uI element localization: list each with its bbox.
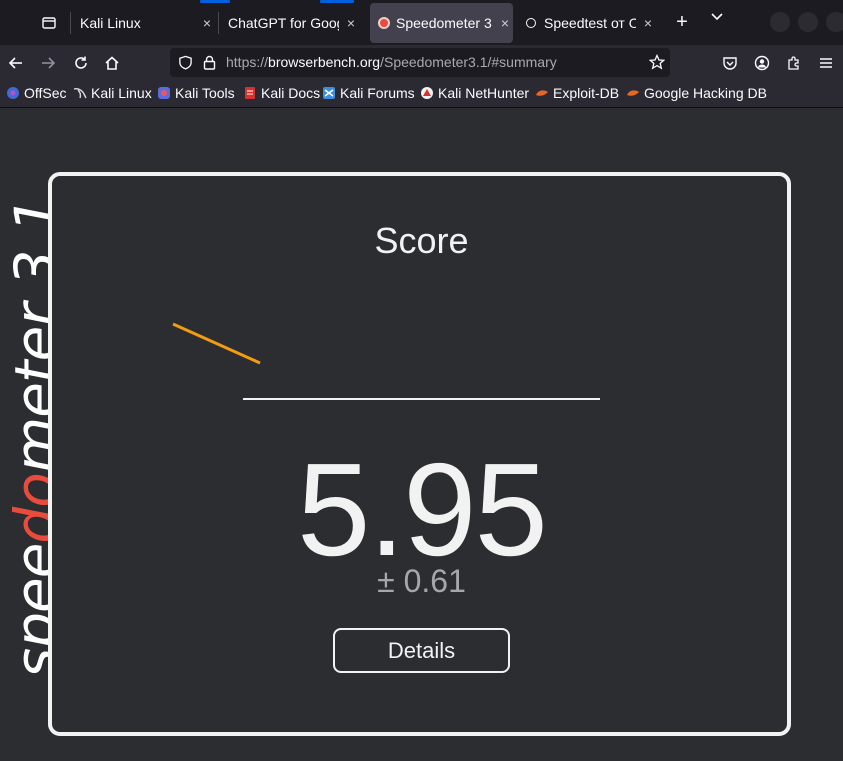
pocket-button[interactable]	[717, 50, 743, 76]
close-icon[interactable]: ×	[343, 15, 359, 31]
kali-forums-icon	[322, 86, 336, 100]
kali-docs-icon	[243, 86, 257, 100]
offsec-icon	[6, 86, 20, 100]
app-menu-button[interactable]	[813, 50, 839, 76]
url-path: /Speedometer3.1/#summary	[380, 54, 557, 70]
bookmark-label: OffSec	[24, 85, 67, 101]
reload-icon	[75, 56, 87, 69]
bookmark-label: Kali Linux	[91, 85, 152, 101]
kali-dragon-icon	[73, 86, 87, 100]
firefox-view-button[interactable]	[30, 5, 68, 41]
hamburger-menu-icon	[820, 58, 832, 68]
reload-button[interactable]	[68, 50, 94, 76]
window-controls	[770, 12, 843, 32]
gauge-baseline	[243, 398, 600, 400]
maximize-button[interactable]	[798, 12, 818, 32]
pocket-icon	[723, 57, 737, 70]
details-button[interactable]: Details	[333, 628, 510, 673]
list-all-tabs-button[interactable]	[706, 10, 728, 34]
tab-speedometer[interactable]: Speedometer 3.1 ×	[370, 3, 513, 43]
close-icon[interactable]: ×	[640, 15, 656, 31]
tab-label: ChatGPT for Google	[228, 15, 339, 31]
arrow-left-icon	[8, 57, 22, 69]
tab-label: Speedometer 3.1	[396, 15, 493, 31]
exploit-db-icon	[535, 86, 549, 100]
score-title: Score	[374, 220, 469, 261]
chevron-down-icon	[711, 13, 723, 21]
ghdb-icon	[626, 86, 640, 100]
bookmark-label: Kali Tools	[175, 85, 235, 101]
bookmark-label: Kali NetHunter	[438, 85, 530, 101]
home-button[interactable]	[99, 50, 125, 76]
tab-kali-linux[interactable]: Kali Linux ×	[80, 3, 215, 43]
bookmark-kali-tools[interactable]: Kali Tools	[157, 85, 235, 101]
tab-label: Speedtest от Ookla	[544, 15, 636, 31]
nethunter-icon	[420, 86, 434, 100]
bookmark-exploit-db[interactable]: Exploit-DB	[535, 85, 619, 101]
lock-icon	[203, 55, 216, 70]
bookmark-kali-docs[interactable]: Kali Docs	[243, 85, 320, 101]
score-margin-of-error: ± 0.61	[377, 563, 466, 599]
bookmark-label: Google Hacking DB	[644, 85, 767, 101]
close-icon[interactable]: ×	[199, 15, 215, 31]
url-domain: browserbench.org	[268, 54, 381, 70]
kali-tools-icon	[157, 86, 171, 100]
tab-chatgpt[interactable]: ChatGPT for Google ×	[228, 3, 359, 43]
back-button[interactable]	[3, 50, 29, 76]
bookmark-label: Kali Forums	[340, 85, 415, 101]
account-icon	[754, 55, 770, 71]
url-bar[interactable]: https://browserbench.org/Speedometer3.1/…	[170, 48, 670, 77]
puzzle-icon	[788, 56, 799, 70]
url-text[interactable]: https://browserbench.org/Speedometer3.1/…	[226, 54, 557, 70]
bookmarks-toolbar: OffSec Kali Linux Kali Tools Kali Docs K…	[0, 80, 843, 108]
bookmark-kali-linux[interactable]: Kali Linux	[73, 85, 152, 101]
gauge-needle	[172, 322, 261, 365]
bookmark-google-hacking-db[interactable]: Google Hacking DB	[626, 85, 767, 101]
bookmark-label: Exploit-DB	[553, 85, 620, 101]
tab-strip: Kali Linux × ChatGPT for Google × Speedo…	[0, 0, 843, 45]
bookmark-label: Kali Docs	[261, 85, 321, 101]
firefox-view-icon	[42, 17, 56, 29]
bookmark-kali-forums[interactable]: Kali Forums	[322, 85, 415, 101]
tracking-shield-icon	[179, 55, 192, 70]
speedometer-favicon-icon	[378, 17, 390, 29]
tab-separator	[70, 12, 71, 34]
account-button[interactable]	[749, 50, 775, 76]
speedtest-favicon-icon	[526, 18, 536, 28]
bookmark-kali-nethunter[interactable]: Kali NetHunter	[420, 85, 529, 101]
url-scheme: https://	[226, 54, 269, 70]
navigation-toolbar: https://browserbench.org/Speedometer3.1/…	[0, 45, 843, 80]
new-tab-button[interactable]: +	[671, 10, 693, 34]
extensions-button[interactable]	[781, 50, 807, 76]
tab-separator	[218, 12, 219, 34]
bookmark-offsec[interactable]: OffSec	[6, 85, 67, 101]
score-value: 5.95	[297, 436, 548, 583]
bookmark-star-icon	[649, 54, 665, 70]
home-icon	[105, 56, 119, 70]
close-icon[interactable]: ×	[497, 15, 513, 31]
tab-label: Kali Linux	[80, 15, 141, 31]
arrow-right-icon	[42, 57, 56, 69]
close-window-button[interactable]	[826, 12, 843, 32]
forward-button[interactable]	[35, 50, 61, 76]
tab-speedtest[interactable]: Speedtest от Ookla ×	[526, 3, 656, 43]
minimize-button[interactable]	[770, 12, 790, 32]
